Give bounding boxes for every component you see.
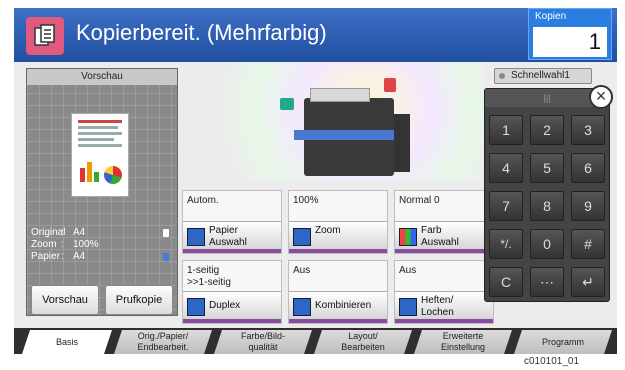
combine-button[interactable]: Kombinieren bbox=[289, 291, 387, 323]
setting-label: Duplex bbox=[209, 300, 241, 311]
doc-line bbox=[78, 120, 122, 123]
copy-screen: Kopierbereit. (Mehrfarbig) Kopien 1 Vors… bbox=[14, 8, 617, 354]
tab-erweiterte-einstellung[interactable]: Erweiterte Einstellung bbox=[414, 330, 512, 354]
tab-orig-papier[interactable]: Orig./Papier/ Endbearbeit. bbox=[114, 330, 212, 354]
tab-basis[interactable]: Basis bbox=[22, 330, 112, 354]
paper-info: Papier: A4 bbox=[31, 251, 86, 262]
key-6[interactable]: 6 bbox=[571, 153, 605, 183]
combine-icon bbox=[293, 298, 311, 316]
setting-value: Autom. bbox=[187, 195, 219, 206]
orientation-icon bbox=[163, 229, 169, 237]
copy-icon bbox=[26, 17, 64, 55]
document-thumbnail bbox=[71, 113, 129, 197]
setting-value: Normal 0 bbox=[399, 195, 440, 206]
copies-field[interactable]: Kopien 1 bbox=[528, 8, 612, 60]
quick-setup-label: Schnellwahl1 bbox=[511, 70, 570, 81]
doc-line bbox=[78, 144, 122, 147]
setting-label: Papier Auswahl bbox=[209, 225, 247, 248]
close-icon[interactable]: × bbox=[589, 85, 613, 109]
original-info: Original: A4 bbox=[31, 227, 86, 238]
zoom-value: 100% bbox=[73, 239, 99, 250]
key-4[interactable]: 4 bbox=[489, 153, 523, 183]
setting-label: Kombinieren bbox=[315, 300, 372, 311]
doc-chart-bar bbox=[87, 162, 92, 182]
setting-staple: Aus Heften/ Lochen bbox=[394, 260, 494, 324]
staple-punch-button[interactable]: Heften/ Lochen bbox=[395, 291, 493, 323]
preview-button[interactable]: Vorschau bbox=[31, 285, 99, 315]
setting-value: 100% bbox=[293, 195, 319, 206]
setting-zoom: 100% Zoom bbox=[288, 190, 388, 254]
key-7[interactable]: 7 bbox=[489, 191, 523, 221]
paper-label: Papier bbox=[31, 251, 60, 262]
paper-tray-icon bbox=[163, 253, 169, 261]
doc-chart-bar bbox=[80, 168, 85, 182]
key-enter[interactable]: ↵ bbox=[571, 267, 605, 297]
paper-select-button[interactable]: Papier Auswahl bbox=[183, 221, 281, 253]
zoom-icon bbox=[293, 228, 311, 246]
document-feeder bbox=[310, 88, 370, 102]
quick-setup-icon bbox=[499, 73, 505, 79]
finisher-unit bbox=[394, 114, 410, 172]
paper-cassette bbox=[294, 130, 404, 140]
key-8[interactable]: 8 bbox=[530, 191, 564, 221]
zoom-info: Zoom:100% bbox=[31, 239, 99, 250]
copies-value[interactable]: 1 bbox=[533, 27, 607, 57]
key-3[interactable]: 3 bbox=[571, 115, 605, 145]
image-caption: c010101_01 bbox=[524, 356, 580, 367]
paper-value: A4 bbox=[73, 251, 86, 262]
zoom-label: Zoom bbox=[31, 239, 57, 250]
preview-header: Vorschau bbox=[27, 69, 177, 85]
paper-icon bbox=[187, 228, 205, 246]
quick-setup-button[interactable]: Schnellwahl1 bbox=[494, 68, 592, 84]
key-hash[interactable]: # bbox=[571, 229, 605, 259]
title-bar: Kopierbereit. (Mehrfarbig) Kopien 1 bbox=[14, 8, 617, 62]
doc-pie bbox=[104, 166, 122, 184]
doc-line bbox=[78, 132, 122, 135]
screen-title: Kopierbereit. (Mehrfarbig) bbox=[76, 20, 327, 45]
copies-label: Kopien bbox=[535, 11, 567, 22]
setting-paper-select: Autom. Papier Auswahl bbox=[182, 190, 282, 254]
key-decimal[interactable]: */. bbox=[489, 229, 523, 259]
machine-illustration bbox=[184, 62, 484, 180]
key-menu[interactable]: ⋯ bbox=[530, 267, 564, 297]
setting-color: Normal 0 Farb Auswahl bbox=[394, 190, 494, 254]
key-5[interactable]: 5 bbox=[530, 153, 564, 183]
duplex-button[interactable]: Duplex bbox=[183, 291, 281, 323]
setting-label: Farb Auswahl bbox=[421, 225, 459, 248]
color-select-button[interactable]: Farb Auswahl bbox=[395, 221, 493, 253]
tab-programm[interactable]: Programm bbox=[514, 330, 612, 354]
doc-chart-bar bbox=[94, 172, 99, 182]
key-1[interactable]: 1 bbox=[489, 115, 523, 145]
original-value: A4 bbox=[73, 227, 86, 238]
original-label: Original bbox=[31, 227, 66, 238]
setting-value: Aus bbox=[399, 265, 417, 276]
preview-panel: Vorschau Original: A4 Zoom:100% Papier: A bbox=[26, 68, 178, 316]
key-9[interactable]: 9 bbox=[571, 191, 605, 221]
key-clear[interactable]: C bbox=[489, 267, 523, 297]
setting-value: 1-seitig >>1-seitig bbox=[187, 265, 231, 288]
setting-label: Heften/ Lochen bbox=[421, 295, 454, 318]
proof-copy-button[interactable]: Prufkopie bbox=[105, 285, 173, 315]
setting-combine: Aus Kombinieren bbox=[288, 260, 388, 324]
key-0[interactable]: 0 bbox=[530, 229, 564, 259]
settings-grid: Autom. Papier Auswahl 100% Zoom Normal 0… bbox=[182, 190, 494, 328]
tab-bar: Basis Orig./Papier/ Endbearbeit. Farbe/B… bbox=[14, 328, 617, 354]
tab-layout-bearbeiten[interactable]: Layout/ Bearbeiten bbox=[314, 330, 412, 354]
printer-icon bbox=[294, 88, 404, 176]
color-icon bbox=[399, 228, 417, 246]
doc-line bbox=[78, 138, 114, 141]
main-area: Vorschau Original: A4 Zoom:100% Papier: A bbox=[14, 62, 617, 328]
original-feed-icon bbox=[280, 98, 294, 110]
setting-value: Aus bbox=[293, 265, 311, 276]
doc-line bbox=[78, 126, 118, 129]
duplex-icon bbox=[187, 298, 205, 316]
zoom-button[interactable]: Zoom bbox=[289, 221, 387, 253]
key-2[interactable]: 2 bbox=[530, 115, 564, 145]
output-tray-icon bbox=[384, 78, 396, 92]
setting-label: Zoom bbox=[315, 225, 341, 236]
setting-duplex: 1-seitig >>1-seitig Duplex bbox=[182, 260, 282, 324]
numeric-keypad: ||| × 1 2 3 4 5 6 7 8 9 */. 0 # C ⋯ ↵ bbox=[484, 85, 613, 302]
staple-icon bbox=[399, 298, 417, 316]
tab-farbe-bildqualitaet[interactable]: Farbe/Bild- qualität bbox=[214, 330, 312, 354]
